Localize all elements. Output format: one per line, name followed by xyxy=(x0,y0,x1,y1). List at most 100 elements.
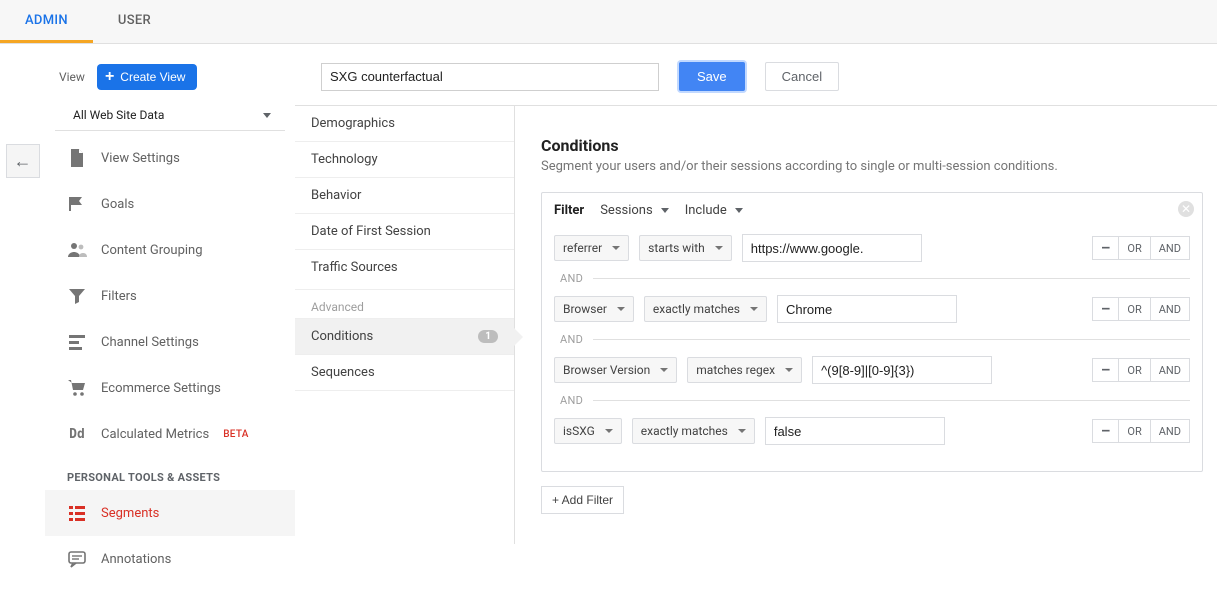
mid-demographics[interactable]: Demographics xyxy=(295,106,514,141)
nav-content-grouping[interactable]: Content Grouping xyxy=(45,227,295,273)
rule-operators: –ORAND xyxy=(1092,358,1190,382)
mid-technology[interactable]: Technology xyxy=(295,141,514,177)
mid-date-first-session[interactable]: Date of First Session xyxy=(295,213,514,249)
section-label-tools: PERSONAL TOOLS & ASSETS xyxy=(45,457,295,490)
or-button[interactable]: OR xyxy=(1119,419,1150,443)
remove-filter-button[interactable]: ✕ xyxy=(1178,201,1194,217)
and-button[interactable]: AND xyxy=(1151,236,1190,260)
and-separator: AND xyxy=(560,272,1190,285)
nav-view-settings[interactable]: View Settings xyxy=(45,135,295,181)
dimension-dropdown[interactable]: Browser xyxy=(554,296,634,322)
match-type-dropdown[interactable]: starts with xyxy=(639,235,732,261)
filter-box: ✕ Filter Sessions Include xyxy=(541,192,1203,472)
dimension-dropdown[interactable]: referrer xyxy=(554,235,629,261)
remove-rule-button[interactable]: – xyxy=(1092,358,1119,382)
back-button[interactable]: ← xyxy=(6,144,40,178)
channel-icon xyxy=(67,332,87,352)
and-button[interactable]: AND xyxy=(1151,419,1190,443)
nav-filters[interactable]: Filters xyxy=(45,273,295,319)
conditions-count-badge: 1 xyxy=(478,330,498,343)
conditions-title: Conditions xyxy=(541,136,1203,155)
view-label: View xyxy=(59,70,85,84)
rule-value-input[interactable] xyxy=(777,295,957,323)
match-type-dropdown[interactable]: exactly matches xyxy=(632,418,755,444)
metrics-icon: Dd xyxy=(67,424,87,444)
top-tabs: ADMIN USER xyxy=(0,0,1217,44)
mid-conditions[interactable]: Conditions 1 xyxy=(295,318,514,354)
sidebar: View + Create View All Web Site Data Vie… xyxy=(45,44,295,582)
dropdown-value: isSXG xyxy=(563,424,595,438)
nav-goals[interactable]: Goals xyxy=(45,181,295,227)
mid-item-label: Conditions xyxy=(311,329,373,344)
dropdown-value: referrer xyxy=(563,241,602,255)
or-button[interactable]: OR xyxy=(1119,236,1150,260)
close-icon: ✕ xyxy=(1181,202,1191,216)
caret-down-icon xyxy=(735,208,743,213)
dimension-dropdown[interactable]: Browser Version xyxy=(554,357,677,383)
dropdown-value: exactly matches xyxy=(653,302,740,316)
dropdown-value: Browser Version xyxy=(563,363,650,377)
annotation-icon xyxy=(67,549,87,569)
remove-rule-button[interactable]: – xyxy=(1092,236,1119,260)
tab-user[interactable]: USER xyxy=(93,0,176,43)
mid-behavior[interactable]: Behavior xyxy=(295,177,514,213)
plus-icon: + xyxy=(105,69,114,85)
nav-label: Content Grouping xyxy=(101,243,203,258)
people-icon xyxy=(67,240,87,260)
condition-rule-row: isSXG exactly matches –ORAND xyxy=(554,407,1190,455)
segment-name-input[interactable] xyxy=(321,63,659,91)
mid-sequences[interactable]: Sequences xyxy=(295,354,514,391)
segments-icon xyxy=(67,503,87,523)
rule-value-input[interactable] xyxy=(742,234,922,262)
caret-down-icon xyxy=(738,429,746,433)
dimension-dropdown[interactable]: isSXG xyxy=(554,418,622,444)
add-filter-button[interactable]: + Add Filter xyxy=(541,486,624,514)
dropdown-value: Sessions xyxy=(600,203,653,218)
condition-rule-row: Browser Version matches regex –ORAND xyxy=(554,346,1190,394)
filter-scope-dropdown[interactable]: Sessions xyxy=(600,203,669,218)
or-button[interactable]: OR xyxy=(1119,358,1150,382)
mid-traffic-sources[interactable]: Traffic Sources xyxy=(295,249,514,285)
mid-advanced-heading: Advanced xyxy=(295,289,514,318)
remove-rule-button[interactable]: – xyxy=(1092,297,1119,321)
funnel-icon xyxy=(67,286,87,306)
view-select[interactable]: All Web Site Data xyxy=(55,102,285,131)
rule-value-input[interactable] xyxy=(812,356,992,384)
nav-calculated-metrics[interactable]: Dd Calculated Metrics BETA xyxy=(45,411,295,457)
tab-admin[interactable]: ADMIN xyxy=(0,0,93,43)
conditions-subtitle: Segment your users and/or their sessions… xyxy=(541,159,1203,174)
nav-label: Channel Settings xyxy=(101,335,199,350)
filter-mode-dropdown[interactable]: Include xyxy=(685,203,743,218)
filter-label: Filter xyxy=(554,203,584,218)
caret-down-icon xyxy=(785,368,793,372)
and-label: AND xyxy=(560,333,583,346)
nav-ecommerce[interactable]: Ecommerce Settings xyxy=(45,365,295,411)
dropdown-value: Include xyxy=(685,203,727,218)
caret-down-icon xyxy=(605,429,613,433)
save-button[interactable]: Save xyxy=(679,62,745,91)
or-button[interactable]: OR xyxy=(1119,297,1150,321)
create-view-button[interactable]: + Create View xyxy=(97,64,198,90)
match-type-dropdown[interactable]: matches regex xyxy=(687,357,802,383)
nav-label: Segments xyxy=(101,506,159,521)
cancel-button[interactable]: Cancel xyxy=(765,62,839,91)
flag-icon xyxy=(67,194,87,214)
create-view-label: Create View xyxy=(120,70,185,84)
dropdown-value: matches regex xyxy=(696,363,775,377)
match-type-dropdown[interactable]: exactly matches xyxy=(644,296,767,322)
and-button[interactable]: AND xyxy=(1151,297,1190,321)
segment-category-list: Demographics Technology Behavior Date of… xyxy=(295,106,515,544)
and-separator: AND xyxy=(560,394,1190,407)
nav-annotations[interactable]: Annotations xyxy=(45,536,295,582)
nav-segments[interactable]: Segments xyxy=(45,490,295,536)
rule-operators: –ORAND xyxy=(1092,419,1190,443)
and-button[interactable]: AND xyxy=(1151,358,1190,382)
caret-down-icon xyxy=(715,246,723,250)
condition-rule-row: referrer starts with –ORAND xyxy=(554,224,1190,272)
nav-channel-settings[interactable]: Channel Settings xyxy=(45,319,295,365)
dropdown-value: starts with xyxy=(648,241,705,255)
document-icon xyxy=(67,148,87,168)
rule-value-input[interactable] xyxy=(765,417,945,445)
remove-rule-button[interactable]: – xyxy=(1092,419,1119,443)
back-column: ← xyxy=(0,44,45,582)
